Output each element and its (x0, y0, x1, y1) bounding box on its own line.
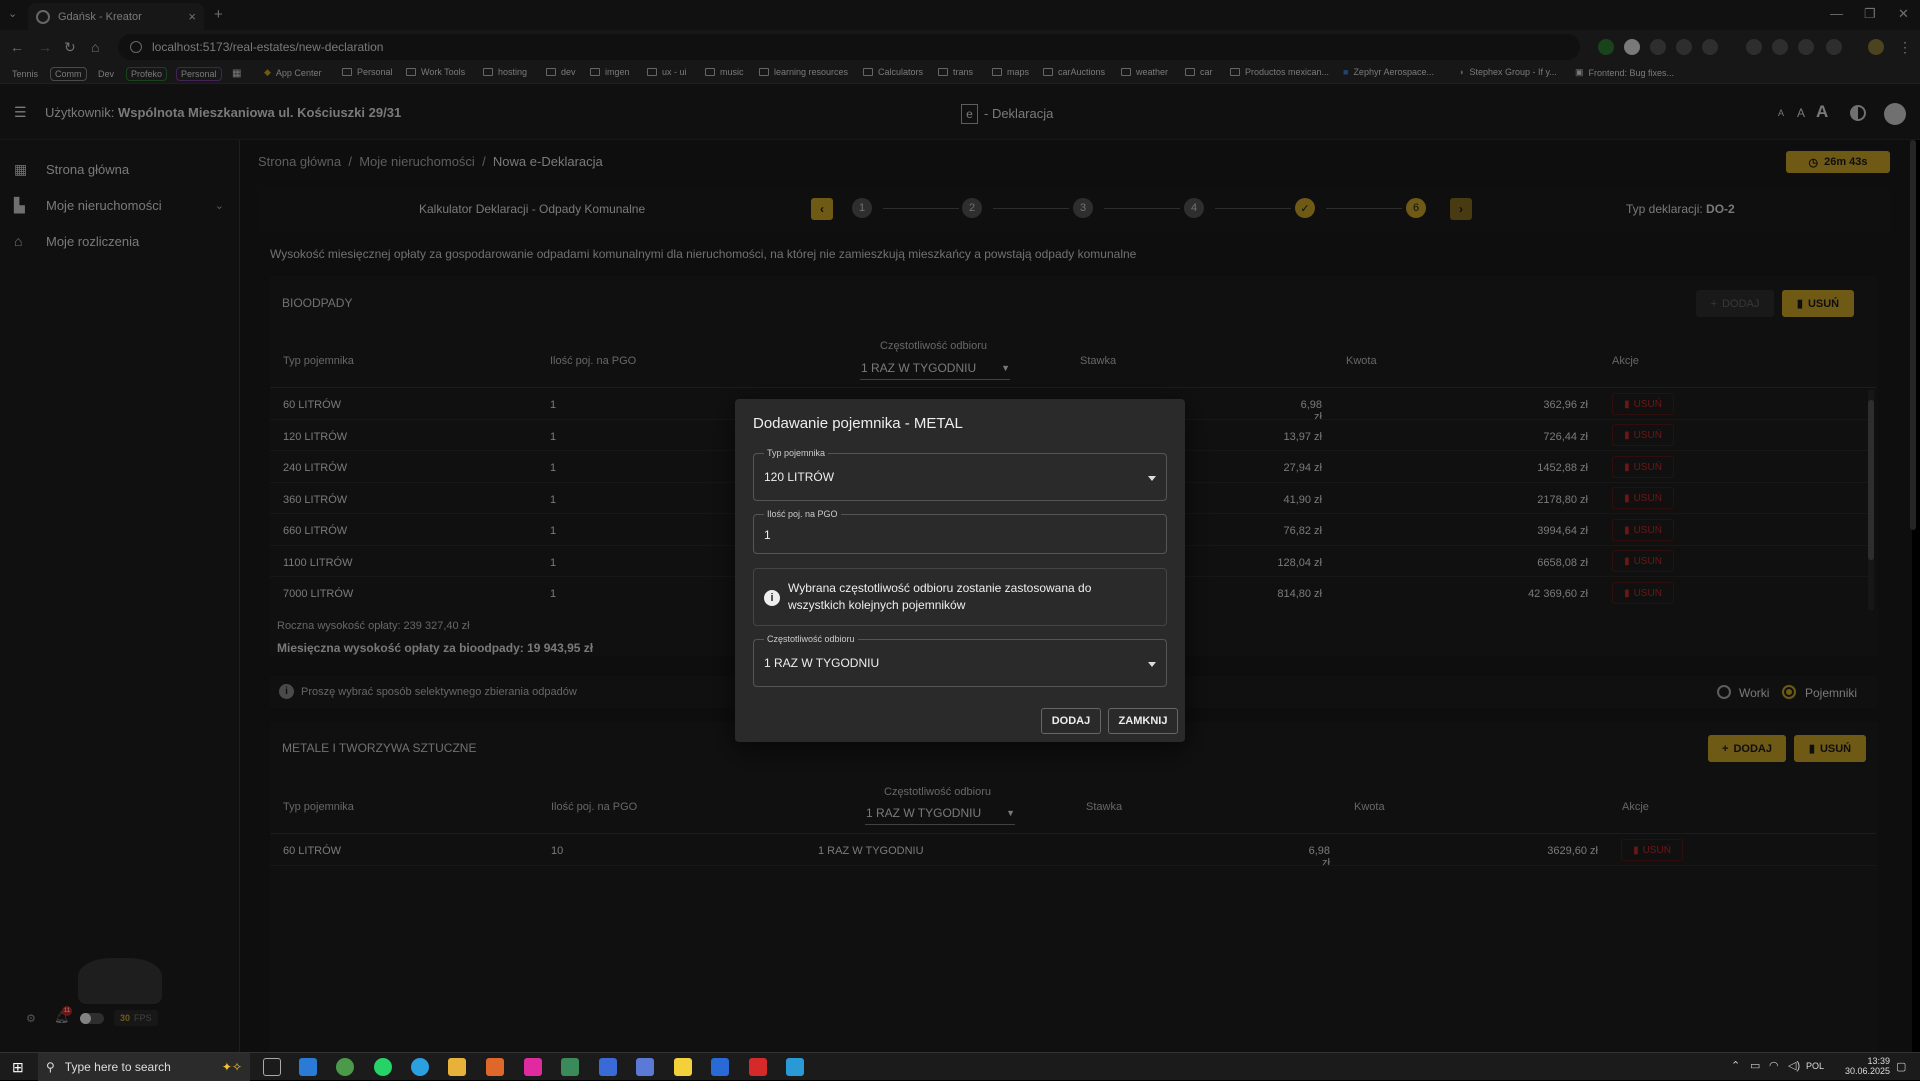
container-count-value: 1 (764, 528, 771, 542)
task-view-icon[interactable] (263, 1058, 281, 1076)
frequency-select[interactable]: Częstotliwość odbioru 1 RAZ W TYGODNIU (753, 634, 1167, 687)
dialog-add-button[interactable]: DODAJ (1041, 708, 1101, 734)
container-type-select[interactable]: Typ pojemnika 120 LITRÓW (753, 448, 1167, 501)
sticky-notes-icon[interactable] (674, 1058, 692, 1076)
app-icon[interactable] (636, 1058, 654, 1076)
container-type-value: 120 LITRÓW (764, 470, 835, 484)
app-icon[interactable] (749, 1058, 767, 1076)
tray-chevron-icon[interactable]: ⌃ (1731, 1059, 1740, 1072)
tray-battery-icon[interactable]: ▭ (1750, 1059, 1760, 1072)
notifications-icon[interactable]: ▢ (1896, 1060, 1906, 1073)
file-explorer-icon[interactable] (448, 1058, 466, 1076)
whatsapp-icon[interactable] (374, 1058, 392, 1076)
container-type-label: Typ pojemnika (764, 448, 829, 458)
dropdown-arrow-icon (1148, 662, 1156, 667)
windows-start-icon[interactable]: ⊞ (12, 1059, 24, 1076)
frequency-label: Częstotliwość odbioru (764, 634, 858, 644)
add-container-dialog: Dodawanie pojemnika - METAL Typ pojemnik… (735, 399, 1185, 742)
tray-clock[interactable]: 13:39 30.06.2025 (1830, 1056, 1890, 1076)
frequency-value: 1 RAZ W TYGODNIU (764, 656, 880, 670)
app-icon[interactable] (486, 1058, 504, 1076)
container-count-input[interactable]: Ilość poj. na PGO 1 (753, 509, 1167, 554)
tray-language[interactable]: POL (1806, 1061, 1824, 1071)
vscode-icon[interactable] (299, 1058, 317, 1076)
taskbar-search[interactable]: ⚲ Type here to search ✦✧ (38, 1053, 250, 1081)
chrome-icon[interactable] (336, 1058, 354, 1076)
search-icon: ⚲ (46, 1060, 55, 1074)
tray-volume-icon[interactable]: ◁) (1788, 1059, 1800, 1072)
sparkle-icon: ✦✧ (221, 1060, 242, 1074)
dropdown-arrow-icon (1148, 476, 1156, 481)
frequency-info-alert: i Wybrana częstotliwość odbioru zostanie… (753, 568, 1167, 626)
frequency-info-text: Wybrana częstotliwość odbioru zostanie z… (788, 581, 1092, 612)
app-icon[interactable] (561, 1058, 579, 1076)
app-icon[interactable] (786, 1058, 804, 1076)
dialog-close-button[interactable]: ZAMKNIJ (1108, 708, 1178, 734)
dialog-title: Dodawanie pojemnika - METAL (753, 415, 963, 432)
shield-icon[interactable] (599, 1058, 617, 1076)
tray-wifi-icon[interactable]: ◠ (1769, 1059, 1779, 1072)
power-automate-icon[interactable] (711, 1058, 729, 1076)
windows-taskbar: ⊞ ⚲ Type here to search ✦✧ ⌃ ▭ ◠ ◁) POL … (0, 1052, 1920, 1081)
app-icon[interactable] (524, 1058, 542, 1076)
telegram-icon[interactable] (411, 1058, 429, 1076)
info-icon: i (764, 590, 780, 606)
container-count-label: Ilość poj. na PGO (764, 509, 841, 519)
